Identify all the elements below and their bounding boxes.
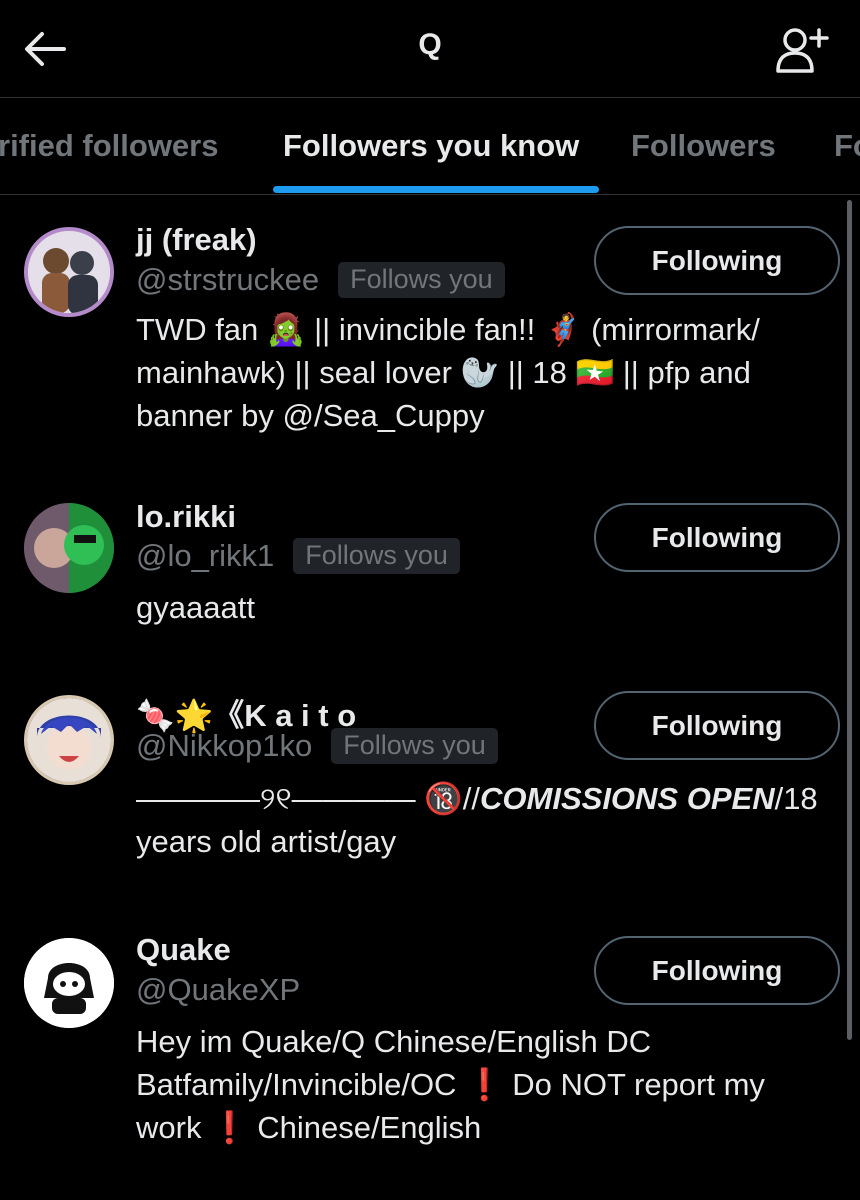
page-title: Q <box>418 28 442 61</box>
list-item[interactable]: Quake @QuakeXP Following Hey im Quake/Q … <box>0 932 860 1156</box>
bio-line: TWD fan 🧟‍♀️ || invincible fan!! 🦸 (mirr… <box>136 312 760 347</box>
display-name[interactable]: lo.rikki <box>136 499 236 535</box>
avatar-image <box>24 938 114 1028</box>
user-bio: ————୨୧———— 🔞//COMISSIONS OPEN/18 years o… <box>136 777 836 863</box>
user-bio: Hey im Quake/Q Chinese/English DC Batfam… <box>136 1020 836 1149</box>
bio-segment: /18 <box>774 781 818 816</box>
tab-followers-you-know[interactable]: Followers you know <box>283 128 579 164</box>
bio-line: Batfamily/Invincible/OC ❗ Do NOT report … <box>136 1067 765 1102</box>
scrollbar[interactable] <box>847 200 852 1040</box>
display-name[interactable]: jj (freak) <box>136 222 257 258</box>
user-handle[interactable]: @lo_rikk1 <box>136 538 274 574</box>
tab-following[interactable]: Fo <box>834 128 860 164</box>
avatar-image <box>27 698 111 782</box>
bio-line: work ❗ Chinese/English <box>136 1110 482 1145</box>
tab-followers[interactable]: Followers <box>631 128 776 164</box>
avatar-image <box>24 503 114 593</box>
user-handle[interactable]: @strstruckee <box>136 262 319 298</box>
avatar-image <box>28 231 110 313</box>
following-button[interactable]: Following <box>594 691 840 760</box>
display-name[interactable]: Quake <box>136 932 231 968</box>
bio-segment: ————୨୧———— 🔞// <box>136 781 481 816</box>
top-bar: Q <box>0 0 860 98</box>
bio-line: banner by @/Sea_Cuppy <box>136 398 485 433</box>
handle-line: @lo_rikk1 Follows you <box>136 538 460 574</box>
list-item[interactable]: lo.rikki @lo_rikk1 Follows you Following… <box>0 499 860 651</box>
user-bio: gyaaaatt <box>136 586 836 629</box>
avatar[interactable] <box>24 695 114 785</box>
bio-line: mainhawk) || seal lover 🦭 || 18 🇲🇲 || pf… <box>136 355 751 390</box>
list-item[interactable]: jj (freak) @strstruckee Follows you Foll… <box>0 222 860 466</box>
tab-bar: rified followers Followers you know Foll… <box>0 98 860 195</box>
handle-line: @Nikkop1ko Follows you <box>136 728 498 764</box>
handle-line: @strstruckee Follows you <box>136 262 505 298</box>
follows-you-badge: Follows you <box>331 728 498 764</box>
bio-line: Hey im Quake/Q Chinese/English DC <box>136 1024 652 1059</box>
user-handle[interactable]: @Nikkop1ko <box>136 728 312 764</box>
avatar[interactable] <box>24 938 114 1028</box>
list-item[interactable]: 🍬🌟《K a i t o @Nikkop1ko Follows you Foll… <box>0 691 860 883</box>
bio-line: years old artist/gay <box>136 824 397 859</box>
user-handle[interactable]: @QuakeXP <box>136 972 300 1008</box>
following-button[interactable]: Following <box>594 226 840 295</box>
add-user-button[interactable] <box>774 24 830 76</box>
follows-you-badge: Follows you <box>293 538 460 574</box>
following-button[interactable]: Following <box>594 503 840 572</box>
avatar[interactable] <box>24 503 114 593</box>
following-button[interactable]: Following <box>594 936 840 1005</box>
bio-line: gyaaaatt <box>136 590 255 625</box>
bio-line: ————୨୧———— 🔞//COMISSIONS OPEN/18 <box>136 777 836 820</box>
user-bio: TWD fan 🧟‍♀️ || invincible fan!! 🦸 (mirr… <box>136 308 836 437</box>
avatar[interactable] <box>24 227 114 317</box>
commissions-open-text: COMISSIONS OPEN <box>480 781 775 816</box>
active-tab-indicator <box>273 186 599 193</box>
add-user-icon <box>776 28 829 73</box>
handle-line: @QuakeXP <box>136 972 300 1008</box>
follows-you-badge: Follows you <box>338 262 505 298</box>
tab-verified-followers[interactable]: rified followers <box>0 128 218 164</box>
